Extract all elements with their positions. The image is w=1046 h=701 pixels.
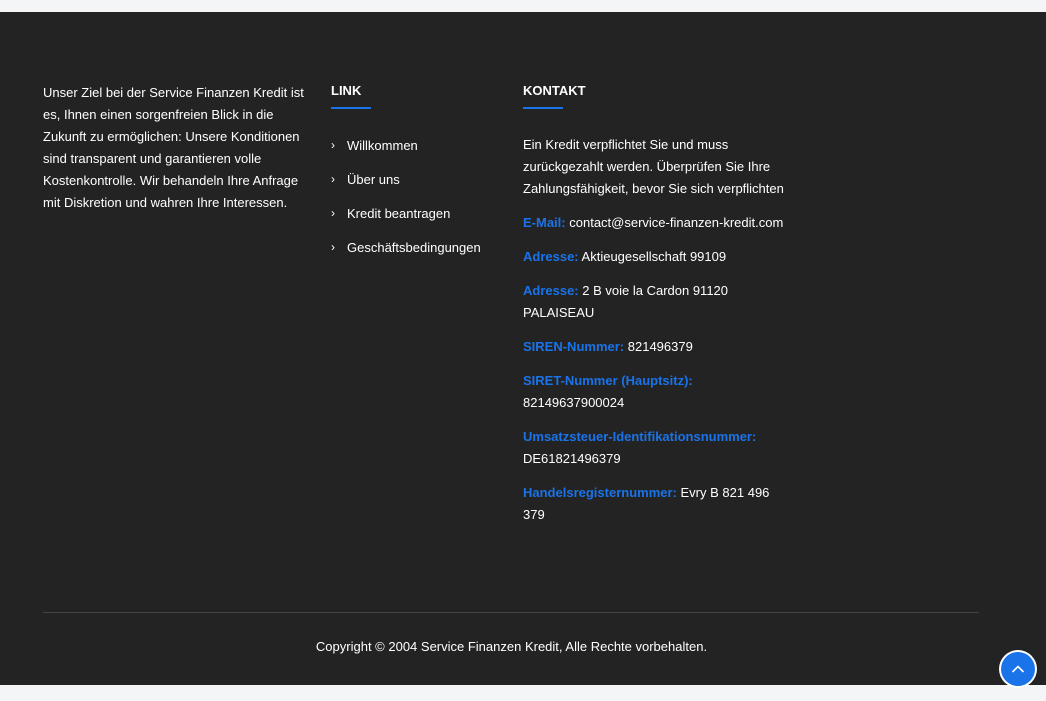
address-label: Adresse: bbox=[523, 249, 579, 264]
chevron-right-icon: › bbox=[331, 240, 335, 254]
footer-link-label[interactable]: Über uns bbox=[347, 172, 400, 187]
about-column: Unser Ziel bei der Service Finanzen Kred… bbox=[43, 82, 313, 214]
footer-link-label[interactable]: Geschäftsbedingungen bbox=[347, 240, 481, 255]
contact-siren: SIREN-Nummer: 821496379 bbox=[523, 336, 785, 358]
footer-link-geschaeftsbedingungen[interactable]: › Geschäftsbedingungen bbox=[331, 230, 511, 264]
email-value[interactable]: contact@service-finanzen-kredit.com bbox=[569, 215, 783, 230]
links-heading: LINK bbox=[331, 83, 362, 98]
back-to-top-button[interactable] bbox=[1001, 652, 1035, 686]
siren-value: 821496379 bbox=[627, 339, 693, 354]
email-label: E-Mail: bbox=[523, 215, 566, 230]
vat-label: Umsatzsteuer-Identifikationsnummer: bbox=[523, 429, 757, 444]
links-heading-underline bbox=[331, 107, 371, 109]
footer-link-kredit-beantragen[interactable]: › Kredit beantragen bbox=[331, 196, 511, 230]
footer-link-ueber-uns[interactable]: › Über uns bbox=[331, 162, 511, 196]
contact-vat: Umsatzsteuer-Identifikationsnummer: DE61… bbox=[523, 426, 785, 470]
siren-label: SIREN-Nummer: bbox=[523, 339, 625, 354]
contact-register: Handelsregisternummer: Evry B 821 496 37… bbox=[523, 482, 785, 526]
footer-divider bbox=[43, 612, 979, 613]
chevron-right-icon: › bbox=[331, 206, 335, 220]
contact-heading: KONTAKT bbox=[523, 83, 586, 98]
address-label: Adresse: bbox=[523, 283, 579, 298]
copyright-text: Copyright © 2004 Service Finanzen Kredit… bbox=[315, 639, 708, 654]
register-label: Handelsregisternummer: bbox=[523, 485, 677, 500]
footer-link-willkommen[interactable]: › Willkommen bbox=[331, 128, 511, 162]
chevron-right-icon: › bbox=[331, 172, 335, 186]
links-column: LINK › Willkommen › Über uns › Kredit be… bbox=[331, 82, 511, 264]
contact-address-2: Adresse: 2 B voie la Cardon 91120 PALAIS… bbox=[523, 280, 785, 324]
about-text: Unser Ziel bei der Service Finanzen Kred… bbox=[43, 85, 304, 210]
footer-link-label[interactable]: Kredit beantragen bbox=[347, 206, 450, 221]
siret-value: 82149637900024 bbox=[523, 395, 625, 410]
contact-email: E-Mail: contact@service-finanzen-kredit.… bbox=[523, 212, 785, 234]
contact-column: KONTAKT Ein Kredit verpflichtet Sie und … bbox=[523, 82, 785, 526]
contact-heading-underline bbox=[523, 107, 563, 109]
address-value: Aktieugesellschaft 99109 bbox=[581, 249, 727, 264]
footer-link-list: › Willkommen › Über uns › Kredit beantra… bbox=[331, 128, 511, 264]
contact-intro: Ein Kredit verpflichtet Sie und muss zur… bbox=[523, 137, 784, 196]
contact-siret: SIRET-Nummer (Hauptsitz): 82149637900024 bbox=[523, 370, 785, 414]
chevron-right-icon: › bbox=[331, 138, 335, 152]
vat-value: DE61821496379 bbox=[523, 451, 621, 466]
footer-link-label[interactable]: Willkommen bbox=[347, 138, 418, 153]
chevron-up-icon bbox=[1011, 662, 1025, 676]
siret-label: SIRET-Nummer (Hauptsitz): bbox=[523, 373, 693, 388]
contact-address-1: Adresse: Aktieugesellschaft 99109 bbox=[523, 246, 785, 268]
site-footer: Unser Ziel bei der Service Finanzen Kred… bbox=[0, 12, 1046, 686]
